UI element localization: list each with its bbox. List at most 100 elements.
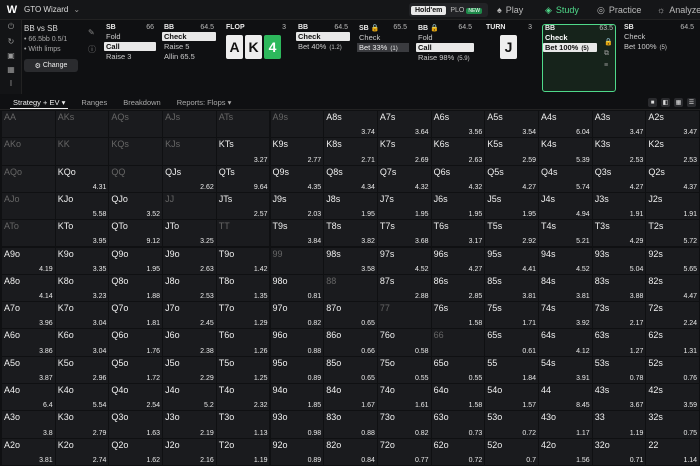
hand-cell[interactable]: T3s 4.29 xyxy=(592,220,646,247)
hand-cell[interactable]: T7s 3.68 xyxy=(377,220,431,247)
hand-cell[interactable]: JTs 2.57 xyxy=(216,192,270,220)
hand-cell[interactable]: J7s 1.95 xyxy=(377,192,431,220)
hand-cell[interactable]: A6s 3.56 xyxy=(431,111,485,138)
hand-cell[interactable]: J4s 4.94 xyxy=(539,192,592,220)
hand-cell[interactable]: K8s 2.71 xyxy=(324,138,377,165)
hand-cell[interactable]: 64o 1.58 xyxy=(431,384,485,411)
action-column-next[interactable]: SB 64.5 Check Bet 100% (5) xyxy=(622,24,696,92)
hand-cell[interactable]: Q5o 1.72 xyxy=(109,356,163,383)
hand-cell[interactable]: ATo xyxy=(2,220,55,247)
hand-cell[interactable]: Q3o 1.63 xyxy=(109,411,163,438)
action-check[interactable]: Check xyxy=(296,32,350,41)
hand-cell[interactable]: T5o 1.25 xyxy=(216,356,270,383)
hand-cell[interactable]: 72s 2.24 xyxy=(646,302,700,329)
action-fold[interactable]: Fold xyxy=(416,33,474,42)
nav-study[interactable]: ◈ Study xyxy=(545,0,579,20)
action-column-2[interactable]: BB 64.5 Check Raise 5 Allin 65.5 xyxy=(162,24,216,92)
hand-cell[interactable]: T9o 1.42 xyxy=(216,247,270,274)
mode-holdem[interactable]: Hold'em xyxy=(411,5,447,15)
text-cursor-icon[interactable]: I xyxy=(0,76,22,90)
hand-cell[interactable]: Q9o 1.95 xyxy=(109,247,163,274)
hand-cell[interactable]: AQo xyxy=(2,165,55,192)
tab-reports[interactable]: Reports: Flops ▾ xyxy=(174,97,235,108)
hand-cell[interactable]: 72o 0.77 xyxy=(377,438,431,465)
hand-cell[interactable]: J3s 1.91 xyxy=(592,192,646,220)
hand-cell[interactable]: K7s 2.69 xyxy=(377,138,431,165)
hand-cell[interactable]: 87o 0.65 xyxy=(324,302,377,329)
hand-cell[interactable]: 85s 3.81 xyxy=(485,274,538,302)
hand-cell[interactable]: T5s 2.92 xyxy=(485,220,538,247)
hand-cell[interactable]: AA xyxy=(2,111,55,138)
hand-cell[interactable]: AKo xyxy=(2,138,55,165)
hand-cell[interactable]: K9s 2.77 xyxy=(270,138,324,165)
hand-cell[interactable]: K5o 2.96 xyxy=(55,356,109,383)
hand-cell[interactable]: J2o 2.16 xyxy=(163,438,216,465)
hand-cell[interactable]: A5o 3.87 xyxy=(2,356,55,383)
hand-cell[interactable]: Q7s 4.32 xyxy=(377,165,431,192)
hand-cell[interactable]: Q2o 1.62 xyxy=(109,438,163,465)
hand-cell[interactable]: J4o 5.2 xyxy=(163,384,216,411)
hand-cell[interactable]: Q8s 4.34 xyxy=(324,165,377,192)
layers-icon[interactable]: ≡ xyxy=(604,62,608,69)
hand-cell[interactable]: 44 8.45 xyxy=(539,384,592,411)
lock-icon[interactable]: 🔒 xyxy=(371,25,380,32)
hand-cell[interactable]: 83s 3.88 xyxy=(592,274,646,302)
hand-cell[interactable]: KTs 3.27 xyxy=(216,138,270,165)
hand-cell[interactable]: Q2s 4.37 xyxy=(646,165,700,192)
hand-cell[interactable]: 82s 4.47 xyxy=(646,274,700,302)
flop-column[interactable]: FLOP 3 A K 4 xyxy=(224,24,288,92)
hand-cell[interactable]: T8s 3.82 xyxy=(324,220,377,247)
hand-cell[interactable]: ATs xyxy=(216,111,270,138)
nav-analyze[interactable]: ☼ Analyze xyxy=(657,0,700,20)
hand-cell[interactable]: Q6s 4.32 xyxy=(431,165,485,192)
view-square-icon[interactable]: ■ xyxy=(648,98,657,107)
hand-cell[interactable]: AKs xyxy=(55,111,109,138)
copy-icon[interactable]: ⧉ xyxy=(604,50,609,58)
lock-icon[interactable]: 🔒 xyxy=(604,38,613,46)
hand-cell[interactable]: J5s 1.95 xyxy=(485,192,538,220)
hand-cell[interactable]: 85o 0.65 xyxy=(324,356,377,383)
action-check[interactable]: Check xyxy=(622,32,696,41)
hand-cell[interactable]: K9o 3.35 xyxy=(55,247,109,274)
hand-cell[interactable]: 96s 4.27 xyxy=(431,247,485,274)
hand-cell[interactable]: 54s 3.91 xyxy=(539,356,592,383)
hand-cell[interactable]: T8o 1.35 xyxy=(216,274,270,302)
view-split-icon[interactable]: ◧ xyxy=(661,98,670,107)
hand-cell[interactable]: A6o 3.86 xyxy=(2,329,55,356)
hand-cell[interactable]: J2s 1.91 xyxy=(646,192,700,220)
hand-cell[interactable]: J8o 2.53 xyxy=(163,274,216,302)
tab-strategy-ev[interactable]: Strategy + EV ▾ xyxy=(10,97,69,109)
hand-cell[interactable]: 86s 2.85 xyxy=(431,274,485,302)
hand-cell[interactable]: Q3s 4.27 xyxy=(592,165,646,192)
lock-icon[interactable]: 🔒 xyxy=(430,25,439,32)
turn-column[interactable]: TURN 3 J xyxy=(484,24,534,92)
hand-cell[interactable]: 53s 0.78 xyxy=(592,356,646,383)
hand-cell[interactable]: T2s 5.72 xyxy=(646,220,700,247)
chevron-down-icon[interactable]: ⌄ xyxy=(73,5,80,14)
hand-cell[interactable]: K6s 2.63 xyxy=(431,138,485,165)
hand-cell[interactable]: 83o 0.88 xyxy=(324,411,377,438)
action-column-4[interactable]: SB 🔒 65.5 Check Bet 33% (1) xyxy=(357,24,409,92)
hand-cell[interactable]: 64s 4.12 xyxy=(539,329,592,356)
hand-cell[interactable]: T3o 1.13 xyxy=(216,411,270,438)
hand-cell[interactable]: QJs 2.62 xyxy=(163,165,216,192)
power-icon[interactable]: ⏻ xyxy=(0,20,22,34)
hand-cell[interactable]: 52o 0.7 xyxy=(485,438,538,465)
hand-cell[interactable]: KQo 4.31 xyxy=(55,165,109,192)
hand-cell[interactable]: K3o 2.79 xyxy=(55,411,109,438)
action-column-5[interactable]: BB 🔒 64.5 Fold Call Raise 98% (5.9) xyxy=(416,24,474,92)
hand-cell[interactable]: QJo 3.52 xyxy=(109,192,163,220)
hand-cell[interactable]: 22 1.14 xyxy=(646,438,700,465)
hand-cell[interactable]: Q6o 1.76 xyxy=(109,329,163,356)
hand-cell[interactable]: T4s 5.21 xyxy=(539,220,592,247)
hand-cell[interactable]: 96o 0.88 xyxy=(270,329,324,356)
hand-cell[interactable]: A9o 4.19 xyxy=(2,247,55,274)
hand-cell[interactable]: J8s 1.95 xyxy=(324,192,377,220)
action-column-3[interactable]: BB 64.5 Check Bet 40% (1.2) xyxy=(296,24,350,92)
hand-cell[interactable]: Q7o 1.81 xyxy=(109,302,163,329)
hand-cell[interactable]: K5s 2.59 xyxy=(485,138,538,165)
hand-cell[interactable]: A7s 3.64 xyxy=(377,111,431,138)
hand-cell[interactable]: 65s 0.61 xyxy=(485,329,538,356)
hand-cell[interactable]: 75s 1.71 xyxy=(485,302,538,329)
hand-cell[interactable]: KJs xyxy=(163,138,216,165)
